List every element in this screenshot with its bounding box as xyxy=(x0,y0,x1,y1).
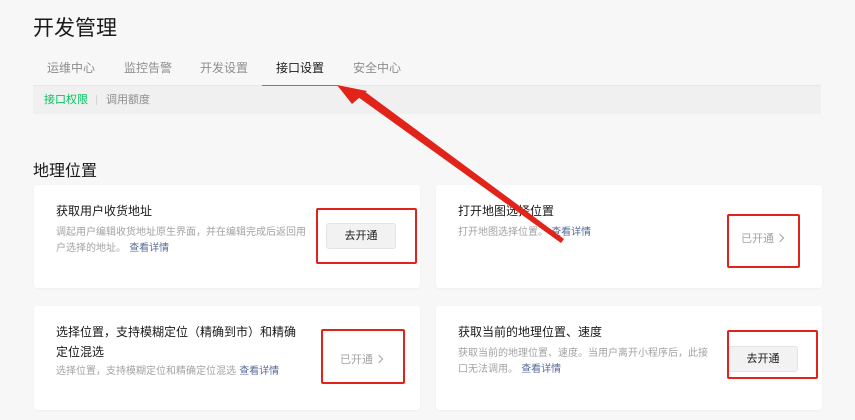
main-tabs: 运维中心 监控告警 开发设置 接口设置 安全中心 xyxy=(33,54,821,87)
tab-ops-center[interactable]: 运维中心 xyxy=(33,54,109,86)
enabled-status-label: 已开通 xyxy=(741,232,774,245)
api-card-choose-location-map: 打开地图选择位置 打开地图选择位置。 查看详情 已开通 xyxy=(436,185,822,288)
api-card-shipping-address: 获取用户收货地址 调起用户编辑收货地址原生界面，并在编辑完成后返回用户选择的地址… xyxy=(34,185,420,288)
card-title: 选择位置，支持模糊定位（精确到市）和精确定位混选 xyxy=(56,325,297,359)
card-description-text: 选择位置，支持模糊定位和精确定位混选 xyxy=(56,366,236,377)
enabled-status[interactable]: 已开通 xyxy=(741,230,785,246)
section-title: 地理位置 xyxy=(33,161,98,180)
api-card-get-location: 获取当前的地理位置、速度 获取当前的地理位置、速度。当用户离开小程序后，此接口无… xyxy=(436,306,822,410)
card-description: 调起用户编辑收货地址原生界面，并在编辑完成后返回用户选择的地址。 查看详情 xyxy=(56,225,306,257)
card-description-text: 打开地图选择位置。 xyxy=(458,227,548,238)
enable-button[interactable]: 去开通 xyxy=(728,346,798,372)
enabled-status-label: 已开通 xyxy=(340,353,373,366)
view-details-link[interactable]: 查看详情 xyxy=(521,364,561,375)
tab-monitoring[interactable]: 监控告警 xyxy=(110,54,186,86)
card-description: 选择位置，支持模糊定位和精确定位混选 查看详情 xyxy=(56,364,306,380)
page-title: 开发管理 xyxy=(33,16,117,40)
api-card-choose-location-fuzzy: 选择位置，支持模糊定位（精确到市）和精确定位混选 选择位置，支持模糊定位和精确定… xyxy=(34,306,420,410)
view-details-link[interactable]: 查看详情 xyxy=(239,366,279,377)
chevron-right-icon xyxy=(374,354,384,364)
enabled-status[interactable]: 已开通 xyxy=(340,351,384,367)
tab-dev-settings[interactable]: 开发设置 xyxy=(186,54,262,86)
card-title: 打开地图选择位置 xyxy=(458,204,555,218)
subtab-call-quota[interactable]: 调用额度 xyxy=(106,86,150,114)
view-details-link[interactable]: 查看详情 xyxy=(129,243,169,254)
view-details-link[interactable]: 查看详情 xyxy=(551,227,591,238)
tab-api-settings[interactable]: 接口设置 xyxy=(262,54,338,87)
subtab-divider xyxy=(96,95,97,105)
enable-button[interactable]: 去开通 xyxy=(326,223,396,249)
card-description: 打开地图选择位置。 查看详情 xyxy=(458,225,708,241)
chevron-right-icon xyxy=(775,233,785,243)
tab-security-center[interactable]: 安全中心 xyxy=(339,54,415,86)
card-title: 获取当前的地理位置、速度 xyxy=(458,325,603,339)
card-title: 获取用户收货地址 xyxy=(56,204,153,218)
card-description-text: 调起用户编辑收货地址原生界面，并在编辑完成后返回用户选择的地址。 xyxy=(56,227,306,254)
card-description-text: 获取当前的地理位置、速度。当用户离开小程序后，此接口无法调用。 xyxy=(458,348,708,375)
sub-tabs: 接口权限 调用额度 xyxy=(33,86,821,114)
subtab-api-permissions[interactable]: 接口权限 xyxy=(44,86,88,114)
card-description: 获取当前的地理位置、速度。当用户离开小程序后，此接口无法调用。 查看详情 xyxy=(458,346,708,378)
